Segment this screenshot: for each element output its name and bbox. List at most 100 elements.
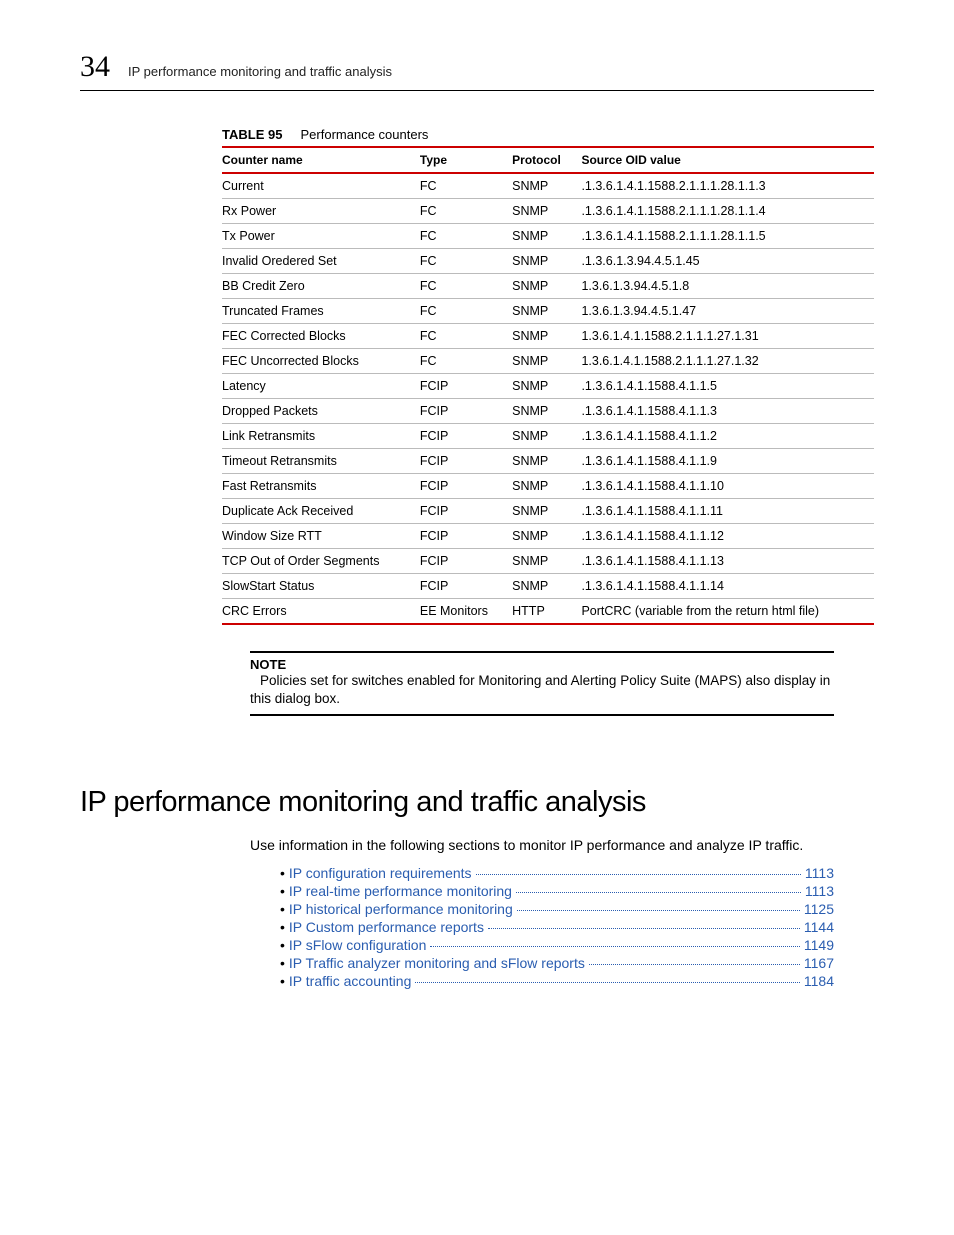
table-cell: Tx Power — [222, 224, 420, 249]
table-row: FEC Corrected BlocksFCSNMP1.3.6.1.4.1.15… — [222, 324, 874, 349]
toc-page[interactable]: 1149 — [804, 937, 834, 953]
table-cell: Truncated Frames — [222, 299, 420, 324]
table-cell: SNMP — [512, 474, 581, 499]
table-cell: .1.3.6.1.4.1.1588.4.1.1.14 — [581, 574, 874, 599]
table-cell: SNMP — [512, 574, 581, 599]
toc-page[interactable]: 1167 — [804, 955, 834, 971]
table-cell: FCIP — [420, 549, 512, 574]
table-cell: SNMP — [512, 549, 581, 574]
table-cell: SNMP — [512, 349, 581, 374]
col-type: Type — [420, 147, 512, 173]
table-cell: .1.3.6.1.4.1.1588.4.1.1.5 — [581, 374, 874, 399]
toc-page[interactable]: 1113 — [805, 883, 834, 899]
section-intro: Use information in the following section… — [250, 837, 874, 853]
toc-link[interactable]: IP real-time performance monitoring — [289, 883, 512, 899]
toc-page[interactable]: 1125 — [804, 901, 834, 917]
col-protocol: Protocol — [512, 147, 581, 173]
table-cell: FC — [420, 274, 512, 299]
table-label: TABLE 95 — [222, 127, 282, 142]
toc-leader — [430, 946, 800, 947]
table-cell: PortCRC (variable from the return html f… — [581, 599, 874, 625]
table-cell: SNMP — [512, 173, 581, 199]
table-cell: .1.3.6.1.4.1.1588.2.1.1.1.28.1.1.4 — [581, 199, 874, 224]
table-cell: SNMP — [512, 249, 581, 274]
table-cell: FC — [420, 249, 512, 274]
table-cell: FCIP — [420, 449, 512, 474]
table-cell: SNMP — [512, 324, 581, 349]
performance-counters-block: TABLE 95 Performance counters Counter na… — [222, 127, 874, 625]
table-cell: Fast Retransmits — [222, 474, 420, 499]
table-cell: HTTP — [512, 599, 581, 625]
toc-link[interactable]: IP sFlow configuration — [289, 937, 426, 953]
table-row: Tx PowerFCSNMP.1.3.6.1.4.1.1588.2.1.1.1.… — [222, 224, 874, 249]
toc-page[interactable]: 1184 — [804, 973, 834, 989]
bullet-icon: • — [280, 973, 285, 989]
toc-leader — [516, 892, 801, 893]
table-row: Fast RetransmitsFCIPSNMP.1.3.6.1.4.1.158… — [222, 474, 874, 499]
toc-link[interactable]: IP historical performance monitoring — [289, 901, 513, 917]
table-caption: TABLE 95 Performance counters — [222, 127, 874, 142]
toc-leader — [476, 874, 801, 875]
page-header: 34 IP performance monitoring and traffic… — [80, 50, 874, 91]
bullet-icon: • — [280, 901, 285, 917]
table-cell: .1.3.6.1.4.1.1588.4.1.1.10 — [581, 474, 874, 499]
table-cell: BB Credit Zero — [222, 274, 420, 299]
table-cell: .1.3.6.1.3.94.4.5.1.45 — [581, 249, 874, 274]
table-row: Rx PowerFCSNMP.1.3.6.1.4.1.1588.2.1.1.1.… — [222, 199, 874, 224]
performance-counters-table: Counter name Type Protocol Source OID va… — [222, 146, 874, 625]
table-cell: 1.3.6.1.3.94.4.5.1.47 — [581, 299, 874, 324]
table-cell: FCIP — [420, 424, 512, 449]
toc-link[interactable]: IP Traffic analyzer monitoring and sFlow… — [289, 955, 585, 971]
toc-item: •IP Traffic analyzer monitoring and sFlo… — [280, 955, 834, 971]
table-cell: Latency — [222, 374, 420, 399]
table-cell: .1.3.6.1.4.1.1588.4.1.1.9 — [581, 449, 874, 474]
table-cell: Invalid Oredered Set — [222, 249, 420, 274]
toc-link[interactable]: IP configuration requirements — [289, 865, 472, 881]
table-row: Timeout RetransmitsFCIPSNMP.1.3.6.1.4.1.… — [222, 449, 874, 474]
table-row: FEC Uncorrected BlocksFCSNMP1.3.6.1.4.1.… — [222, 349, 874, 374]
toc-page[interactable]: 1144 — [804, 919, 834, 935]
toc-leader — [488, 928, 800, 929]
table-cell: FC — [420, 173, 512, 199]
table-row: Duplicate Ack ReceivedFCIPSNMP.1.3.6.1.4… — [222, 499, 874, 524]
toc-item: •IP real-time performance monitoring1113 — [280, 883, 834, 899]
table-row: BB Credit ZeroFCSNMP1.3.6.1.3.94.4.5.1.8 — [222, 274, 874, 299]
bullet-icon: • — [280, 937, 285, 953]
note-heading: NOTE — [250, 657, 834, 672]
table-cell: .1.3.6.1.4.1.1588.4.1.1.12 — [581, 524, 874, 549]
table-row: Window Size RTTFCIPSNMP.1.3.6.1.4.1.1588… — [222, 524, 874, 549]
table-cell: .1.3.6.1.4.1.1588.2.1.1.1.28.1.1.5 — [581, 224, 874, 249]
table-row: CurrentFCSNMP.1.3.6.1.4.1.1588.2.1.1.1.2… — [222, 173, 874, 199]
bullet-icon: • — [280, 955, 285, 971]
toc-link[interactable]: IP Custom performance reports — [289, 919, 484, 935]
table-cell: FCIP — [420, 499, 512, 524]
table-cell: FC — [420, 224, 512, 249]
table-cell: SNMP — [512, 449, 581, 474]
table-title: Performance counters — [301, 127, 429, 142]
table-cell: 1.3.6.1.3.94.4.5.1.8 — [581, 274, 874, 299]
toc-link[interactable]: IP traffic accounting — [289, 973, 411, 989]
table-cell: Current — [222, 173, 420, 199]
table-cell: TCP Out of Order Segments — [222, 549, 420, 574]
table-cell: 1.3.6.1.4.1.1588.2.1.1.1.27.1.31 — [581, 324, 874, 349]
bullet-icon: • — [280, 919, 285, 935]
bullet-icon: • — [280, 865, 285, 881]
table-cell: EE Monitors — [420, 599, 512, 625]
table-cell: FC — [420, 299, 512, 324]
table-cell: .1.3.6.1.4.1.1588.4.1.1.3 — [581, 399, 874, 424]
toc-leader — [589, 964, 800, 965]
table-cell: 1.3.6.1.4.1.1588.2.1.1.1.27.1.32 — [581, 349, 874, 374]
note-block: NOTE Policies set for switches enabled f… — [250, 651, 834, 716]
table-cell: FEC Uncorrected Blocks — [222, 349, 420, 374]
toc-page[interactable]: 1113 — [805, 865, 834, 881]
table-row: SlowStart StatusFCIPSNMP.1.3.6.1.4.1.158… — [222, 574, 874, 599]
toc-item: •IP Custom performance reports 1144 — [280, 919, 834, 935]
table-cell: FCIP — [420, 574, 512, 599]
table-cell: FC — [420, 199, 512, 224]
table-cell: Link Retransmits — [222, 424, 420, 449]
table-cell: SNMP — [512, 424, 581, 449]
table-cell: Dropped Packets — [222, 399, 420, 424]
table-cell: FCIP — [420, 399, 512, 424]
table-row: Link RetransmitsFCIPSNMP.1.3.6.1.4.1.158… — [222, 424, 874, 449]
table-cell: SNMP — [512, 274, 581, 299]
